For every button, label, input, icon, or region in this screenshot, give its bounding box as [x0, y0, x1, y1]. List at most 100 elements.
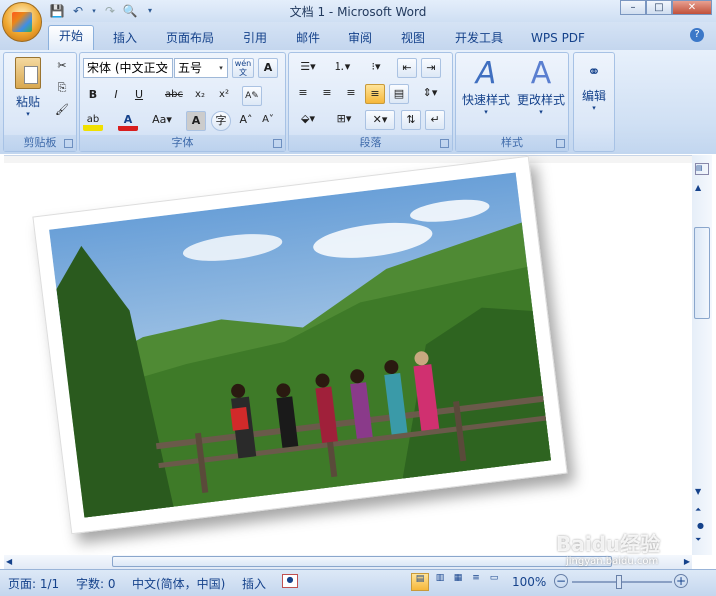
- hscroll-thumb[interactable]: [112, 556, 612, 567]
- tab-developer[interactable]: 开发工具: [447, 28, 511, 50]
- font-size-combo[interactable]: 五号 ▾: [174, 58, 228, 78]
- ribbon: 粘贴 ▾ ✂ ⎘ 🖌 剪贴板 宋体 (中文正文 ▾ 五号 ▾ wén 文 A B I …: [0, 50, 716, 154]
- sort-icon[interactable]: ⇅: [401, 110, 421, 130]
- landscape-image: [49, 172, 551, 518]
- tab-page-layout[interactable]: 页面布局: [160, 28, 220, 50]
- font-size-dropdown-icon[interactable]: ▾: [215, 59, 227, 77]
- grow-font-icon[interactable]: A˄: [236, 111, 256, 131]
- help-icon[interactable]: ?: [690, 28, 704, 42]
- multilevel-list-icon[interactable]: ⁝▾: [361, 58, 391, 78]
- change-case-icon[interactable]: Aa▾: [150, 111, 174, 131]
- page-count[interactable]: 页面: 1/1: [8, 575, 59, 592]
- numbering-icon[interactable]: ⒈▾: [327, 58, 357, 78]
- window-title: 文档 1 - Microsoft Word: [289, 5, 427, 19]
- watermark-url: jingyan.baidu.com: [566, 556, 659, 567]
- print-layout-icon[interactable]: ▤: [411, 573, 429, 591]
- font-color-icon[interactable]: A: [118, 111, 138, 131]
- draft-icon[interactable]: ▭: [485, 573, 503, 591]
- macro-record-icon[interactable]: ●: [282, 574, 298, 588]
- tab-view[interactable]: 视图: [393, 28, 433, 50]
- increase-indent-icon[interactable]: ⇥: [421, 58, 441, 78]
- quick-styles-button[interactable]: A 快速样式 ▾: [459, 57, 513, 117]
- clipboard-launcher-icon[interactable]: [64, 139, 73, 148]
- browse-object-icon[interactable]: ●: [697, 521, 704, 530]
- align-center-icon[interactable]: ≡: [317, 84, 337, 104]
- ribbon-tabs: 开始 插入 页面布局 引用 邮件 审阅 视图 开发工具 WPS PDF ?: [0, 22, 716, 50]
- highlight-icon[interactable]: ab: [83, 111, 103, 131]
- decrease-indent-icon[interactable]: ⇤: [397, 58, 417, 78]
- borders-icon[interactable]: ⊞▾: [329, 110, 359, 130]
- prev-page-icon[interactable]: ⏶: [695, 505, 701, 515]
- enclose-char-icon[interactable]: 字: [211, 111, 231, 131]
- tab-wps-pdf[interactable]: WPS PDF: [525, 28, 591, 50]
- next-page-icon[interactable]: ⏷: [695, 535, 701, 545]
- char-shading-icon[interactable]: A: [186, 111, 206, 131]
- superscript-icon[interactable]: x²: [214, 86, 234, 106]
- editing-button[interactable]: ⚭ 编辑 ▾: [576, 57, 612, 112]
- tab-insert[interactable]: 插入: [105, 28, 145, 50]
- tab-review[interactable]: 审阅: [340, 28, 380, 50]
- insert-mode[interactable]: 插入: [242, 575, 266, 592]
- scroll-right-icon[interactable]: ▶: [684, 557, 690, 566]
- binoculars-icon: ⚭: [587, 62, 601, 81]
- distributed-icon[interactable]: ▤: [389, 84, 409, 104]
- font-name-dropdown-icon[interactable]: ▾: [160, 59, 172, 77]
- shrink-font-icon[interactable]: A˅: [258, 111, 278, 131]
- font-name-combo[interactable]: 宋体 (中文正文 ▾: [83, 58, 173, 78]
- align-left-icon[interactable]: ≡: [293, 84, 313, 104]
- change-styles-dropdown-icon: ▾: [539, 108, 543, 116]
- minimize-button[interactable]: –: [620, 0, 646, 15]
- phonetic-guide-icon[interactable]: wén 文: [232, 58, 254, 78]
- tab-references[interactable]: 引用: [235, 28, 275, 50]
- format-painter-icon[interactable]: 🖌: [52, 101, 72, 121]
- font-launcher-icon[interactable]: [273, 139, 282, 148]
- zoom-out-icon[interactable]: −: [554, 574, 568, 588]
- paragraph-launcher-icon[interactable]: [440, 139, 449, 148]
- inserted-picture[interactable]: [32, 155, 568, 535]
- zoom-in-icon[interactable]: +: [674, 574, 688, 588]
- underline-icon[interactable]: U: [129, 86, 149, 106]
- align-right-icon[interactable]: ≡: [341, 84, 361, 104]
- vertical-scrollbar[interactable]: ▤ ▲ ▼ ⏶ ● ⏷: [692, 155, 712, 555]
- show-marks-icon[interactable]: ↵: [425, 110, 445, 130]
- scroll-up-icon[interactable]: ▲: [695, 183, 701, 192]
- ruler-toggle-icon[interactable]: ▤: [695, 163, 709, 175]
- font-name-value: 宋体 (中文正文: [87, 61, 168, 75]
- zoom-level[interactable]: 100%: [512, 575, 546, 589]
- office-button[interactable]: [2, 2, 42, 42]
- italic-icon[interactable]: I: [106, 86, 126, 106]
- paste-button[interactable]: 粘贴 ▾: [8, 57, 48, 118]
- close-button[interactable]: ✕: [672, 0, 712, 15]
- justify-icon[interactable]: ≡: [365, 84, 385, 104]
- maximize-button[interactable]: □: [646, 0, 672, 15]
- quick-styles-label: 快速样式: [461, 93, 510, 107]
- word-count[interactable]: 字数: 0: [76, 575, 116, 592]
- subscript-icon[interactable]: x₂: [190, 86, 210, 106]
- watermark-text: Baidu经验: [556, 532, 661, 556]
- scroll-thumb[interactable]: [694, 227, 710, 319]
- zoom-slider[interactable]: [572, 581, 672, 583]
- language-indicator[interactable]: 中文(简体，中国): [132, 575, 225, 592]
- scroll-left-icon[interactable]: ◀: [6, 557, 12, 566]
- bold-icon[interactable]: B: [83, 86, 103, 106]
- copy-icon[interactable]: ⎘: [52, 79, 72, 99]
- char-border-icon[interactable]: A: [258, 58, 278, 78]
- web-layout-icon[interactable]: ▦: [449, 573, 467, 591]
- outline-icon[interactable]: ≡: [467, 573, 485, 591]
- cut-icon[interactable]: ✂: [52, 57, 72, 77]
- scroll-down-icon[interactable]: ▼: [695, 487, 701, 496]
- clear-format-icon[interactable]: A✎: [242, 86, 262, 106]
- full-screen-reading-icon[interactable]: ▥: [431, 573, 449, 591]
- chinese-layout-icon[interactable]: ✕▾: [365, 110, 395, 130]
- strikethrough-icon[interactable]: abc: [164, 86, 184, 106]
- styles-launcher-icon[interactable]: [556, 139, 565, 148]
- editing-dropdown-icon: ▾: [592, 104, 596, 112]
- change-styles-button[interactable]: A 更改样式 ▾: [514, 57, 568, 117]
- shading-icon[interactable]: ⬙▾: [293, 110, 323, 130]
- tab-mailings[interactable]: 邮件: [288, 28, 328, 50]
- font-group: 宋体 (中文正文 ▾ 五号 ▾ wén 文 A B I U abc x₂ x² A✎ …: [79, 52, 286, 152]
- line-spacing-icon[interactable]: ⇕▾: [415, 84, 445, 104]
- zoom-slider-thumb[interactable]: [616, 575, 622, 589]
- tab-home[interactable]: 开始: [48, 25, 94, 50]
- bullets-icon[interactable]: ☰▾: [293, 58, 323, 78]
